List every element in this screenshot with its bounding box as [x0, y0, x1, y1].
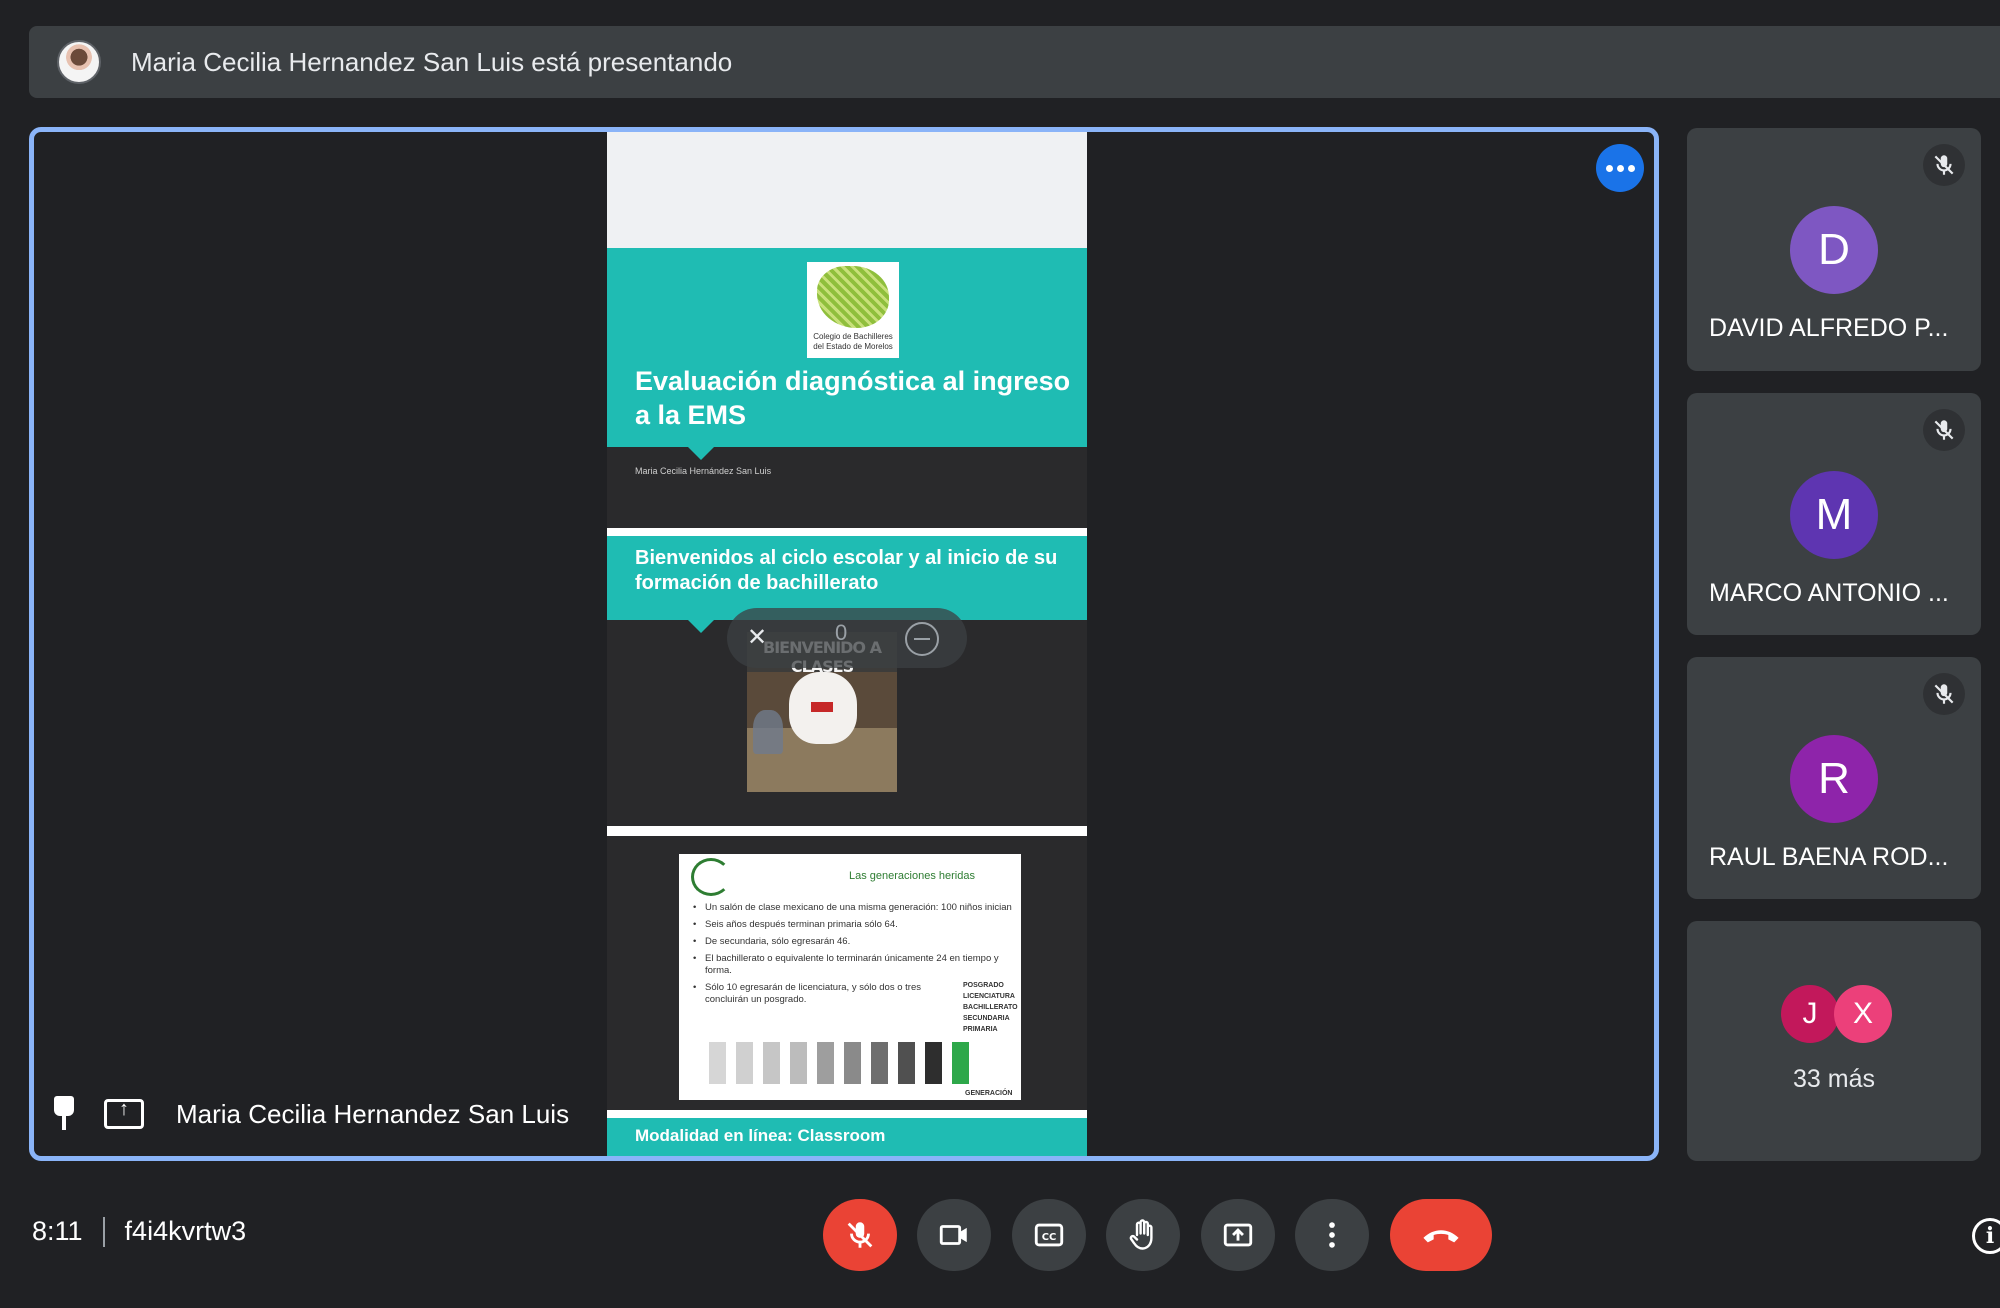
mic-off-icon — [1923, 409, 1965, 451]
person-icon — [763, 1042, 780, 1084]
person-icon — [952, 1042, 969, 1084]
stage-footer: Maria Cecilia Hernandez San Luis — [50, 1096, 569, 1132]
person-icon — [871, 1042, 888, 1084]
person-icon — [790, 1042, 807, 1084]
level-label: PRIMARIA — [963, 1026, 998, 1033]
mic-off-icon — [1923, 673, 1965, 715]
bow-tie-shape — [811, 702, 833, 712]
avatar: X — [1834, 985, 1892, 1043]
participant-tile-marco[interactable]: M MARCO ANTONIO ... — [1687, 393, 1981, 635]
avatar: M — [1790, 471, 1878, 559]
captions-button[interactable]: CC — [1012, 1199, 1086, 1271]
presenter-name: Maria Cecilia Hernandez San Luis — [176, 1098, 570, 1129]
video-camera-icon — [939, 1225, 967, 1245]
cobaem-logo: Colegio de Bachilleres del Estado de Mor… — [807, 262, 899, 358]
slide1-header-band — [607, 132, 1087, 248]
level-label: SECUNDARIA — [963, 1015, 1010, 1022]
meeting-details-icon[interactable]: i — [1972, 1218, 2000, 1254]
slide2-top-edge — [607, 528, 1087, 536]
slide3-top-edge — [607, 826, 1087, 836]
others-tile[interactable]: J X 33 más — [1687, 921, 1981, 1161]
participant-name: DAVID ALFREDO P... — [1709, 314, 1949, 342]
hand-icon — [1129, 1219, 1153, 1250]
people-figures — [709, 1042, 969, 1084]
svg-text:CC: CC — [1042, 1232, 1057, 1243]
logo-caption: Colegio de Bachilleres del Estado de Mor… — [813, 332, 893, 351]
participant-tile-raul[interactable]: R RAUL BAENA ROD... — [1687, 657, 1981, 899]
person-icon — [844, 1042, 861, 1084]
meeting-time: 8:11 — [32, 1216, 83, 1246]
slide3-bullet: Seis años después terminan primaria sólo… — [693, 919, 1017, 931]
tile-overlay-controls[interactable]: ✕ 0 — [727, 608, 967, 668]
slide3-infographic: Las generaciones heridas Un salón de cla… — [679, 854, 1021, 1100]
level-label: POSGRADO — [963, 982, 1004, 989]
camera-toggle-button[interactable] — [917, 1199, 991, 1271]
slide4-top-edge — [607, 1110, 1087, 1118]
presentation-stage[interactable]: Colegio de Bachilleres del Estado de Mor… — [29, 127, 1659, 1161]
slide1-author: Maria Cecilia Hernández San Luis — [635, 466, 772, 476]
flask-shape — [753, 710, 783, 754]
present-screen-icon — [1223, 1223, 1253, 1247]
slide3-bullet: Un salón de clase mexicano de una misma … — [693, 902, 1017, 914]
slide3-bullet: Sólo 10 egresarán de licenciatura, y sól… — [693, 982, 923, 1006]
participant-tile-david[interactable]: D DAVID ALFREDO P... — [1687, 128, 1981, 371]
closed-captions-icon: CC — [1034, 1223, 1064, 1247]
slide3-bullet: El bachillerato o equivalente lo termina… — [693, 953, 1017, 977]
remove-icon[interactable] — [905, 622, 939, 656]
more-options-button[interactable] — [1596, 144, 1644, 192]
vertical-dots-icon — [1329, 1222, 1335, 1248]
present-now-button[interactable] — [1201, 1199, 1275, 1271]
avatar: R — [1790, 735, 1878, 823]
person-icon — [925, 1042, 942, 1084]
slide3-header: Las generaciones heridas — [849, 870, 975, 882]
person-icon — [898, 1042, 915, 1084]
more-options-bottom-button[interactable] — [1295, 1199, 1369, 1271]
slide2-notch — [687, 619, 715, 633]
slide3-axis-label: GENERACIÓN — [965, 1090, 1013, 1097]
slide4-title: Modalidad en línea: Classroom — [635, 1126, 886, 1145]
slide1-notch — [687, 446, 715, 460]
slide3-bullet: De secundaria, sólo egresarán 46. — [693, 936, 1017, 948]
mic-off-icon — [1923, 144, 1965, 186]
participant-name: RAUL BAENA ROD... — [1709, 843, 1949, 871]
meeting-code[interactable]: f4i4kvrtw3 — [125, 1216, 247, 1247]
level-label: BACHILLERATO — [963, 1004, 1018, 1011]
person-icon — [817, 1042, 834, 1084]
presenting-banner: Maria Cecilia Hernandez San Luis está pr… — [29, 26, 2000, 98]
slide3-levels: POSGRADO LICENCIATURA BACHILLERATO SECUN… — [963, 980, 1018, 1035]
presenter-avatar — [57, 40, 101, 84]
more-participants-count: 33 más — [1793, 1065, 1875, 1093]
leave-call-button[interactable] — [1390, 1199, 1492, 1271]
unpin-icon[interactable]: ✕ — [747, 624, 775, 652]
person-icon — [709, 1042, 726, 1084]
presenting-banner-text: Maria Cecilia Hernandez San Luis está pr… — [131, 46, 733, 77]
overlay-counter: 0 — [835, 620, 848, 645]
slide3-logo-icon — [691, 858, 731, 896]
mic-off-icon — [847, 1222, 873, 1248]
slide1-title: Evaluación diagnóstica al ingreso a la E… — [635, 366, 1071, 430]
participant-name: MARCO ANTONIO ... — [1709, 579, 1949, 607]
meeting-info: 8:11 f4i4kvrtw3 — [32, 1216, 246, 1247]
avatar: D — [1790, 206, 1878, 294]
pin-icon[interactable] — [50, 1096, 78, 1132]
raise-hand-button[interactable] — [1106, 1199, 1180, 1271]
info-separator — [102, 1216, 105, 1247]
person-icon — [736, 1042, 753, 1084]
shared-slides: Colegio de Bachilleres del Estado de Mor… — [607, 132, 1087, 1156]
slide2-title: Bienvenidos al ciclo escolar y al inicio… — [635, 547, 1058, 594]
avatar: J — [1781, 985, 1839, 1043]
microphone-toggle-button[interactable] — [823, 1199, 897, 1271]
level-label: LICENCIATURA — [963, 993, 1015, 1000]
present-screen-icon — [104, 1098, 144, 1129]
hang-up-icon — [1423, 1230, 1459, 1243]
